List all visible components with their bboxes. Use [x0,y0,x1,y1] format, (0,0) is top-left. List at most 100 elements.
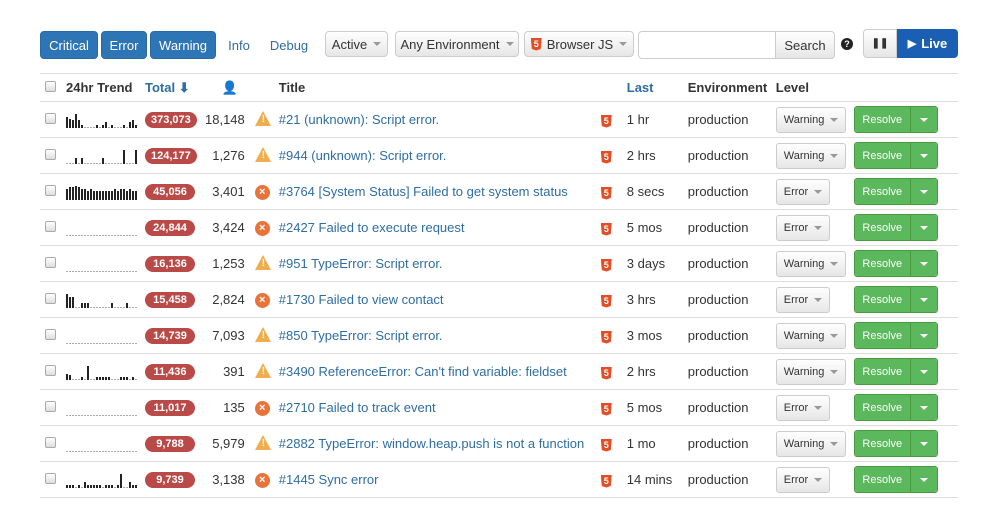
resolve-button[interactable]: Resolve [854,215,911,240]
level-dropdown[interactable]: Warning [775,430,847,457]
level-dropdown[interactable]: Warning [775,358,847,385]
item-title-link[interactable]: #951 TypeError: Script error. [279,256,443,271]
help-icon[interactable]: ? [841,38,853,50]
resolve-dropdown-toggle[interactable] [910,323,937,348]
trend-bar [135,342,137,344]
row-checkbox[interactable] [45,437,56,448]
level-dropdown[interactable]: Error [775,394,831,421]
level-dropdown[interactable]: Error [775,466,831,493]
resolve-dropdown-toggle[interactable] [910,251,937,276]
toolbar: Critical Error Warning Info Debug Active… [40,29,960,59]
trend-bar [69,270,71,272]
select-all-checkbox[interactable] [45,81,56,92]
row-checkbox[interactable] [45,473,56,484]
level-dropdown[interactable]: Warning [775,322,847,349]
status-dropdown[interactable]: Active [325,31,388,57]
resolve-dropdown-toggle[interactable] [910,431,937,456]
trend-bar [117,162,119,164]
item-title-link[interactable]: #2427 Failed to execute request [279,220,465,235]
level-filter-debug[interactable]: Debug [264,31,314,59]
resolve-button[interactable]: Resolve [854,467,911,492]
trend-bar [96,270,98,272]
pause-button[interactable]: ❚❚ [863,29,897,58]
item-title-link[interactable]: #3764 [System Status] Failed to get syst… [279,184,568,199]
search-button[interactable]: Search [775,31,835,59]
platform-dropdown[interactable]: 5 Browser JS [524,31,634,57]
resolve-button[interactable]: Resolve [854,287,911,312]
level-filter-error[interactable]: Error [101,31,147,59]
trend-bar [111,414,113,416]
trend-bar [129,414,131,416]
item-title-link[interactable]: #944 (unknown): Script error. [279,148,447,163]
trend-bar [129,234,131,236]
caret-down-icon [919,225,928,230]
trend-bar [126,162,128,164]
resolve-button[interactable]: Resolve [854,143,911,168]
trend-bar [111,378,113,380]
resolve-dropdown-toggle[interactable] [910,215,937,240]
resolve-button[interactable]: Resolve [854,107,911,132]
resolve-dropdown-toggle[interactable] [910,143,937,168]
trend-bar [96,376,98,380]
row-checkbox[interactable] [45,293,56,304]
resolve-button[interactable]: Resolve [854,251,911,276]
resolve-button[interactable]: Resolve [854,359,911,384]
level-dropdown[interactable]: Warning [775,142,847,169]
level-filter-warning[interactable]: Warning [150,31,216,59]
trend-bar [126,342,128,344]
level-filter-critical[interactable]: Critical [40,31,98,59]
level-filter-info[interactable]: Info [220,31,258,59]
trend-bar [66,414,68,416]
row-checkbox[interactable] [45,221,56,232]
live-button[interactable]: ▶ Live [897,29,958,58]
item-title-link[interactable]: #1730 Failed to view contact [279,292,444,307]
item-title-link[interactable]: #21 (unknown): Script error. [279,112,439,127]
trend-bar [135,414,137,416]
trend-bar [132,342,134,344]
resolve-dropdown-toggle[interactable] [910,107,937,132]
resolve-dropdown-toggle[interactable] [910,287,937,312]
resolve-button-group: Resolve [853,358,938,385]
trend-bar [90,188,92,200]
caret-down-icon [919,369,928,374]
resolve-dropdown-toggle[interactable] [910,179,937,204]
resolve-dropdown-toggle[interactable] [910,359,937,384]
resolve-dropdown-toggle[interactable] [910,467,937,492]
resolve-button[interactable]: Resolve [854,179,911,204]
item-title-link[interactable]: #3490 ReferenceError: Can't find variabl… [279,364,567,379]
trend-bar [120,414,122,416]
resolve-button[interactable]: Resolve [854,431,911,456]
trend-bar [93,190,95,200]
header-users[interactable]: 👤 [205,73,255,102]
level-dropdown[interactable]: Error [775,286,831,313]
trend-bar [108,450,110,452]
row-checkbox[interactable] [45,149,56,160]
item-title-link[interactable]: #2882 TypeError: window.heap.push is not… [279,436,584,451]
level-dropdown[interactable]: Error [775,214,831,241]
resolve-button[interactable]: Resolve [854,395,911,420]
row-checkbox[interactable] [45,185,56,196]
row-checkbox[interactable] [45,329,56,340]
level-dropdown[interactable]: Warning [775,106,847,133]
header-total[interactable]: Total ⬇ [145,73,205,102]
row-checkbox[interactable] [45,365,56,376]
row-checkbox[interactable] [45,113,56,124]
trend-bar [69,162,71,164]
resolve-button[interactable]: Resolve [854,323,911,348]
trend-bar [96,484,98,488]
item-title-link[interactable]: #1445 Sync error [279,472,379,487]
resolve-dropdown-toggle[interactable] [910,395,937,420]
item-title-link[interactable]: #2710 Failed to track event [279,400,436,415]
search-input[interactable] [638,31,776,59]
trend-bar [78,450,80,452]
header-last[interactable]: Last [626,73,688,102]
user-count: 18,148 [205,101,255,138]
platform-label: Browser JS [546,36,614,52]
row-checkbox[interactable] [45,401,56,412]
item-title-link[interactable]: #850 TypeError: Script error. [279,328,443,343]
level-dropdown[interactable]: Error [775,178,831,205]
trend-bar [129,306,131,308]
row-checkbox[interactable] [45,257,56,268]
level-dropdown[interactable]: Warning [775,250,847,277]
environment-dropdown[interactable]: Any Environment [395,31,519,57]
